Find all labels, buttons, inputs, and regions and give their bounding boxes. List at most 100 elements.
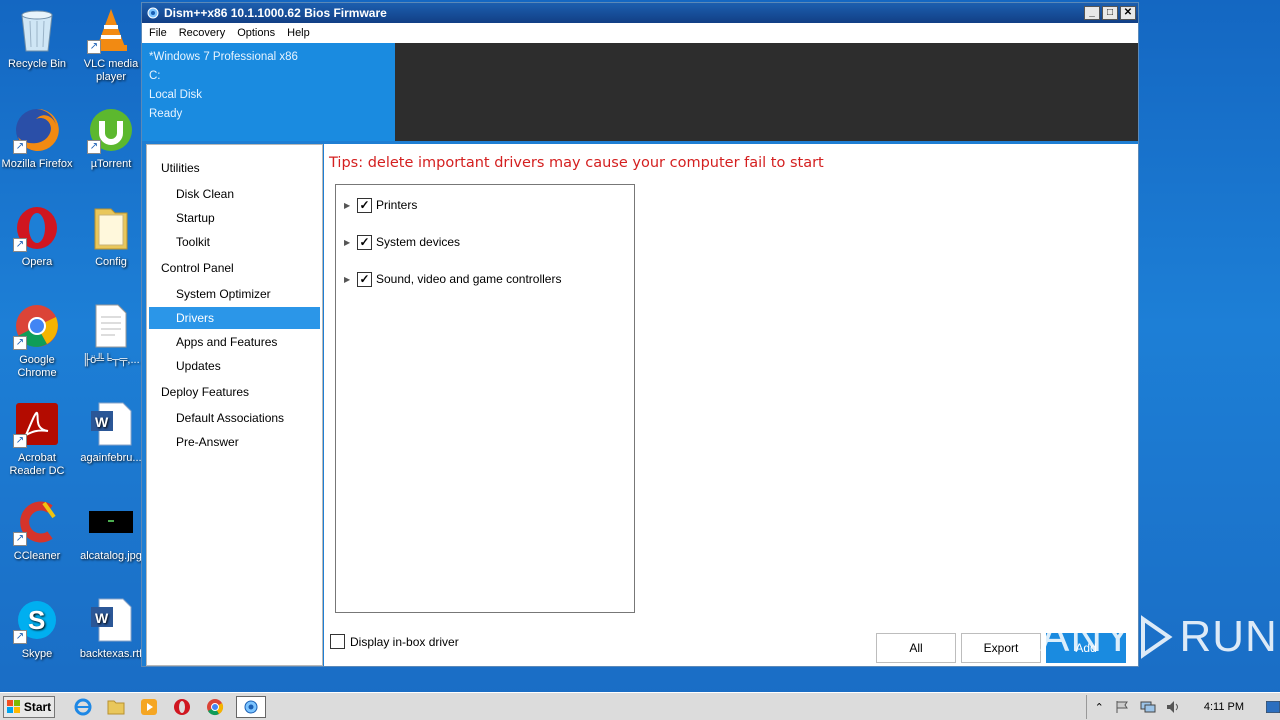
desktop-icon-word-doc-2[interactable]: W backtexas.rtf (74, 596, 148, 661)
start-button[interactable]: Start (3, 695, 55, 718)
shortcut-arrow-icon: ↗ (87, 40, 101, 54)
drive-letter: C: (149, 70, 161, 82)
recycle-bin-icon (13, 6, 61, 54)
system-devices-checkbox[interactable]: ✓ (357, 234, 372, 250)
os-name: *Windows 7 Professional x86 (149, 51, 298, 63)
sidebar-item-drivers[interactable]: Drivers (149, 307, 320, 329)
sidebar-item-system-optimizer[interactable]: System Optimizer (149, 283, 320, 305)
desktop-icon-ccleaner[interactable]: ↗ CCleaner (0, 498, 74, 563)
text-file-icon (87, 302, 135, 350)
sidebar-item-disk-clean[interactable]: Disk Clean (149, 183, 320, 205)
session-info-panel[interactable]: *Windows 7 Professional x86 C: Local Dis… (142, 43, 395, 141)
desktop-icon-recycle-bin[interactable]: Recycle Bin (0, 6, 74, 71)
shortcut-arrow-icon: ↗ (87, 140, 101, 154)
taskbar-dism[interactable] (236, 695, 266, 718)
sound-video-game-checkbox[interactable]: ✓ (357, 271, 372, 287)
taskbar-chrome[interactable] (203, 696, 227, 718)
sidebar-item-pre-answer[interactable]: Pre-Answer (149, 431, 320, 453)
sidebar-item-updates[interactable]: Updates (149, 355, 320, 377)
menu-file[interactable]: File (142, 27, 173, 39)
tree-node-sound-video-game[interactable]: ▶ ✓ Sound, video and game controllers (344, 270, 561, 288)
close-button[interactable]: ✕ (1120, 6, 1136, 20)
desktop-icon-vlc[interactable]: ↗ VLC media player (74, 6, 148, 84)
taskbar: Start ⌃ 4:11 PM (0, 692, 1280, 720)
tree-node-printers[interactable]: ▶ ✓ Printers (344, 196, 417, 214)
sidebar-item-default-associations[interactable]: Default Associations (149, 407, 320, 429)
minimize-button[interactable]: _ (1084, 6, 1100, 20)
desktop-icon-label: Config (95, 256, 127, 268)
expand-arrow-icon[interactable]: ▶ (344, 201, 354, 210)
desktop-icon-acrobat[interactable]: ↗ Acrobat Reader DC (0, 400, 74, 478)
shortcut-arrow-icon: ↗ (13, 630, 27, 644)
taskbar-media-player[interactable] (137, 696, 161, 718)
maximize-button[interactable]: □ (1102, 6, 1118, 20)
sidebar-item-toolkit[interactable]: Toolkit (149, 231, 320, 253)
sidebar-group-control-panel: Control Panel (161, 261, 234, 275)
desktop-icon-firefox[interactable]: ↗ Mozilla Firefox (0, 106, 74, 171)
watermark-text-left: ANY (1040, 612, 1134, 661)
tree-node-label: System devices (376, 235, 461, 249)
dism-window: Dism++x86 10.1.1000.62 Bios Firmware _ □… (141, 2, 1139, 667)
sidebar-item-startup[interactable]: Startup (149, 207, 320, 229)
title-bar[interactable]: Dism++x86 10.1.1000.62 Bios Firmware _ □… (142, 3, 1138, 23)
export-button[interactable]: Export (961, 633, 1041, 663)
clock[interactable]: 4:11 PM (1204, 701, 1244, 713)
desktop-icon-opera[interactable]: ↗ Opera (0, 204, 74, 269)
internet-explorer-icon (74, 698, 92, 715)
desktop-icon-label: Google Chrome (17, 354, 57, 379)
sidebar-group-deploy-features: Deploy Features (161, 385, 250, 399)
action-center-flag-icon[interactable] (1114, 700, 1130, 714)
ccleaner-icon: ↗ (13, 498, 61, 546)
drivers-panel: Tips: delete important drivers may cause… (324, 144, 1138, 666)
window-title: Dism++x86 10.1.1000.62 Bios Firmware (164, 6, 387, 20)
desktop-icon-label: alcatalog.jpg (80, 550, 142, 562)
network-icon[interactable] (1140, 700, 1156, 714)
printers-checkbox[interactable]: ✓ (357, 197, 372, 213)
skype-icon: S ↗ (13, 596, 61, 644)
expand-arrow-icon[interactable]: ▶ (344, 275, 354, 284)
desktop-icon-label: Acrobat Reader DC (9, 452, 65, 477)
desktop-icon-image-file[interactable]: alcatalog.jpg (74, 498, 148, 563)
shortcut-arrow-icon: ↗ (13, 140, 27, 154)
desktop-icon-label: Opera (21, 256, 53, 268)
display-inbox-driver-option[interactable]: Display in-box driver (330, 634, 459, 649)
desktop-icon-label: againfebru... (80, 452, 142, 464)
taskbar-opera[interactable] (170, 696, 194, 718)
desktop-icon-label: Skype (21, 648, 53, 660)
anyrun-watermark: ANY RUN (1040, 612, 1278, 662)
shortcut-arrow-icon: ↗ (13, 532, 27, 546)
taskbar-internet-explorer[interactable] (71, 696, 95, 718)
opera-icon (174, 698, 190, 715)
chrome-icon (207, 698, 224, 715)
chrome-icon: ↗ (13, 302, 61, 350)
opera-icon: ↗ (13, 204, 61, 252)
show-desktop-icon[interactable] (1266, 701, 1280, 713)
display-inbox-driver-checkbox[interactable] (330, 634, 345, 649)
desktop-icon-label: ╟ö╩╘┬╤,... (82, 354, 140, 366)
desktop-icon-skype[interactable]: S ↗ Skype (0, 596, 74, 661)
show-hidden-icons-chevron-icon[interactable]: ⌃ (1095, 701, 1104, 714)
volume-icon[interactable] (1166, 700, 1182, 714)
svg-text:W: W (95, 414, 109, 430)
sidebar-item-apps-and-features[interactable]: Apps and Features (149, 331, 320, 353)
desktop-icon-text-file[interactable]: ╟ö╩╘┬╤,... (74, 302, 148, 367)
svg-text:W: W (95, 610, 109, 626)
shortcut-arrow-icon: ↗ (13, 336, 27, 350)
taskbar-explorer[interactable] (104, 696, 128, 718)
watermark-text-right: RUN (1179, 612, 1278, 661)
desktop-icon-utorrent[interactable]: ↗ µTorrent (74, 106, 148, 171)
start-label: Start (23, 699, 52, 714)
utorrent-icon: ↗ (87, 106, 135, 154)
tree-node-system-devices[interactable]: ▶ ✓ System devices (344, 233, 460, 251)
media-player-icon (141, 698, 157, 715)
driver-tree[interactable]: ▶ ✓ Printers ▶ ✓ System devices ▶ ✓ Soun… (335, 184, 635, 613)
all-button[interactable]: All (876, 633, 956, 663)
firefox-icon: ↗ (13, 106, 61, 154)
menu-help[interactable]: Help (281, 27, 316, 39)
desktop-icon-chrome[interactable]: ↗ Google Chrome (0, 302, 74, 380)
desktop-icon-word-doc-1[interactable]: W againfebru... (74, 400, 148, 465)
menu-options[interactable]: Options (231, 27, 281, 39)
menu-recovery[interactable]: Recovery (173, 27, 231, 39)
desktop-icon-config[interactable]: Config (74, 204, 148, 269)
expand-arrow-icon[interactable]: ▶ (344, 238, 354, 247)
